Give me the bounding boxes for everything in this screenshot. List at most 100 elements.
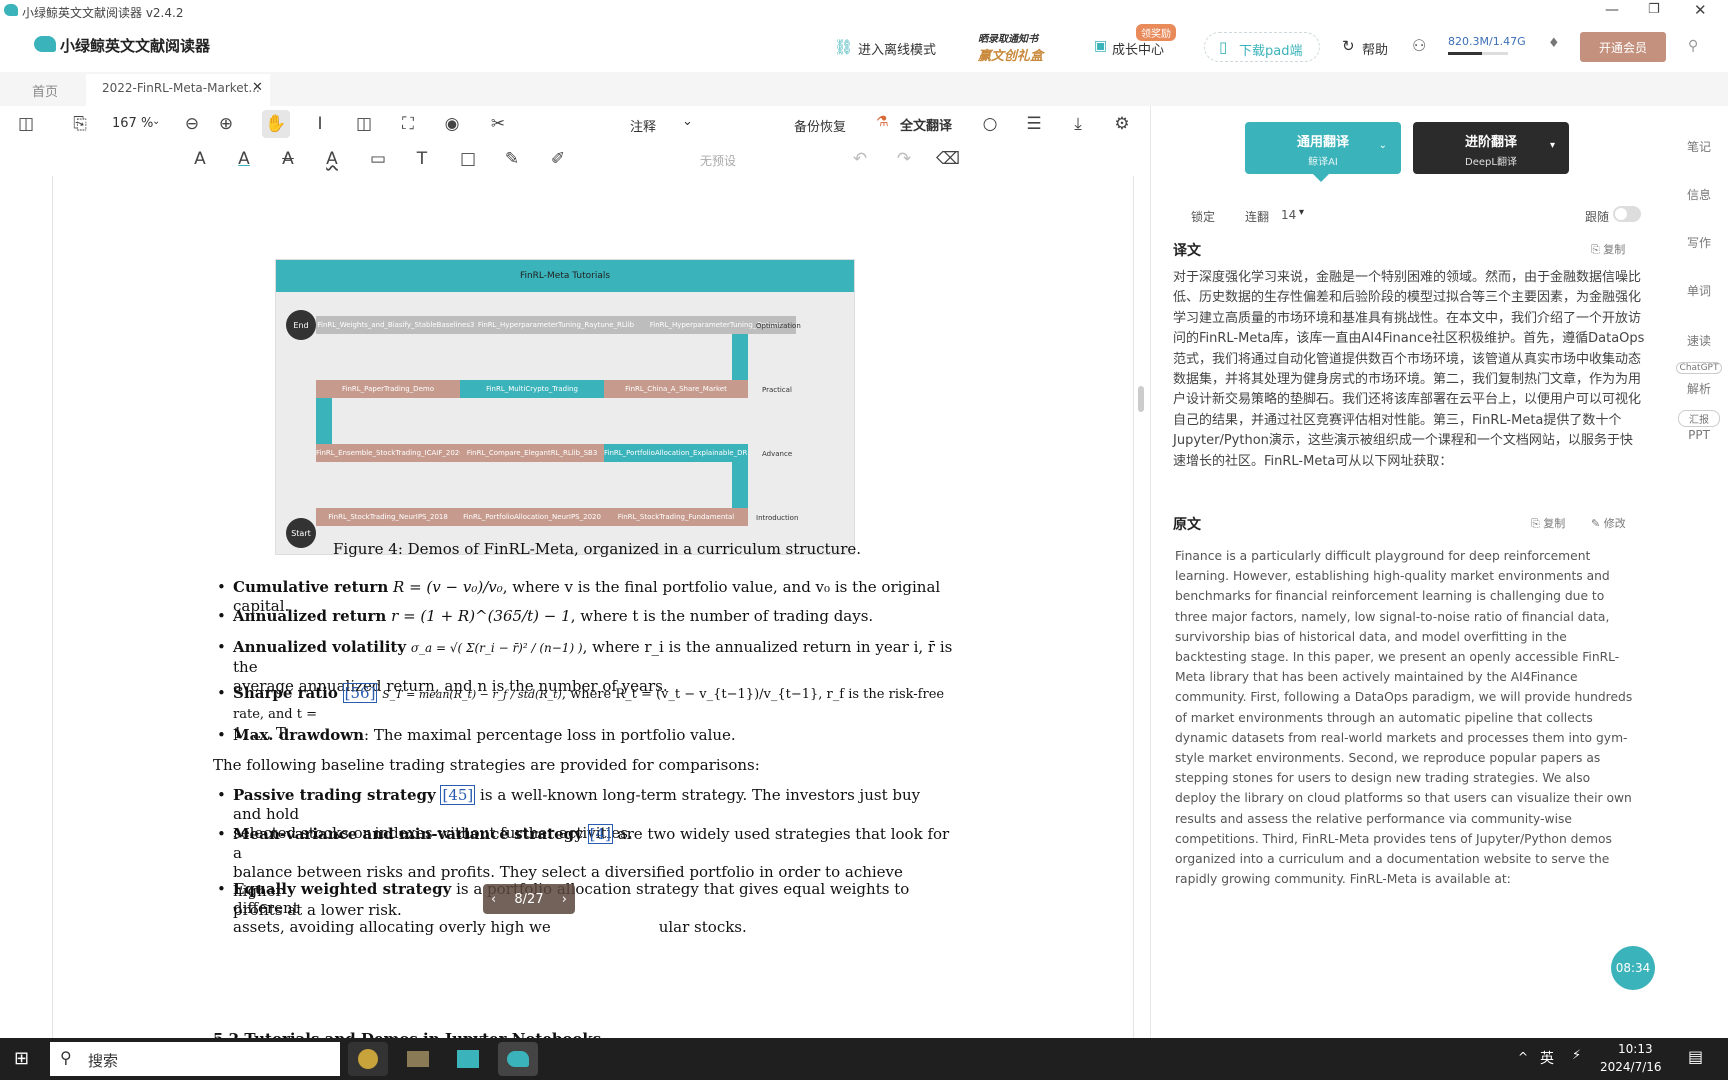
row-optimization: FinRL_Weights_and_Biasify_StableBaseline…	[316, 316, 796, 334]
tab-close-icon[interactable]: ✕	[252, 80, 263, 95]
download-pad-button[interactable]: ▯ 下载pad端	[1204, 32, 1320, 62]
ime-indicator[interactable]: 英	[1540, 1048, 1554, 1068]
copy-original-button[interactable]: ⎘ 复制	[1531, 515, 1565, 531]
citation-link[interactable]: [4]	[587, 824, 613, 844]
window-title: 小绿鲸英文文献阅读器 v2.4.2	[22, 6, 184, 20]
zoom-select[interactable]: 167 %	[112, 116, 153, 131]
eye-protect-icon[interactable]: ◉	[438, 110, 466, 138]
scissors-icon[interactable]: ✂	[484, 110, 512, 138]
text-cursor-icon[interactable]: I	[306, 110, 334, 138]
clock-time[interactable]: 10:13	[1618, 1042, 1653, 1056]
text-box-icon[interactable]: A	[186, 145, 214, 173]
sidebar-item-chatgpt[interactable]: ChatGPT	[1676, 362, 1722, 374]
strikethrough-icon[interactable]: A	[274, 145, 302, 173]
pen-icon[interactable]: ✎	[498, 145, 526, 173]
follow-switch[interactable]	[1613, 206, 1641, 222]
sidebar-toggle-icon[interactable]: ◫	[12, 110, 40, 138]
settings-gear-icon[interactable]: ⚙	[1108, 110, 1136, 138]
offline-mode-button[interactable]: 进入离线模式	[858, 39, 936, 58]
clock-date[interactable]: 2024/7/16	[1600, 1060, 1662, 1074]
general-chevron-icon[interactable]: ⌄	[1379, 140, 1387, 151]
tray-chevron-icon[interactable]: ^	[1518, 1050, 1528, 1064]
tray-app-icon[interactable]: ⚡	[1572, 1048, 1581, 1063]
tab-home[interactable]: 首页	[32, 81, 58, 100]
eraser-icon[interactable]: ⌫	[934, 145, 962, 173]
font-size-chevron-icon[interactable]: ▾	[1299, 207, 1304, 218]
tab-document[interactable]: 2022-FinRL-Meta-Market... ✕	[86, 74, 270, 106]
highlighter-icon[interactable]: ✐	[544, 145, 572, 173]
download-icon[interactable]: ⤓	[1064, 110, 1092, 138]
search-icon[interactable]: ○	[976, 110, 1004, 138]
taskbar-app-icon[interactable]	[448, 1042, 488, 1076]
growth-icon: ▣	[1094, 38, 1108, 54]
backup-restore-button[interactable]: 备份恢复	[794, 116, 846, 135]
bullet-annualized-return: • Annualized return r = (1 + R)^(365/t) −…	[217, 607, 874, 625]
advanced-translate-button[interactable]: 进阶翻译 DeepL翻译 ▾	[1413, 122, 1569, 174]
growth-center-button[interactable]: 成长中心	[1112, 39, 1164, 58]
lock-toggle[interactable]: 锁定	[1191, 208, 1215, 225]
taskbar-explorer-icon[interactable]	[398, 1042, 438, 1076]
edit-original-button[interactable]: ✎ 修改	[1591, 515, 1626, 531]
close-window-icon[interactable]: ✕	[1694, 1, 1707, 19]
squiggly-icon[interactable]: A	[318, 145, 346, 173]
text-tool-icon[interactable]: T	[408, 145, 436, 173]
bullet-term: Annualized volatility	[233, 638, 407, 656]
zoom-chevron-icon[interactable]: ⌄	[152, 116, 160, 127]
vip-button[interactable]: 开通会员	[1580, 32, 1666, 62]
hand-tool-icon[interactable]: ✋	[262, 110, 290, 138]
general-translate-button[interactable]: 通用翻译 鲸译AI ⌄	[1245, 122, 1401, 174]
page-fit-icon[interactable]: ⎘	[66, 110, 94, 138]
prev-page-icon[interactable]: ‹	[491, 892, 496, 907]
windows-start-icon[interactable]: ⊞	[14, 1048, 29, 1069]
sidebar-item-speed-read[interactable]: 速读	[1670, 332, 1728, 349]
timer-bubble[interactable]: 08:34	[1611, 946, 1655, 990]
two-page-icon[interactable]: ◫	[350, 110, 378, 138]
paragraph: The following baseline trading strategie…	[213, 756, 760, 774]
comment-list-icon[interactable]: ☰	[1020, 110, 1048, 138]
copy-translation-button[interactable]: ⎘ 复制	[1591, 241, 1625, 257]
advanced-chevron-icon[interactable]: ▾	[1550, 140, 1555, 151]
font-size-select[interactable]: 14	[1281, 208, 1296, 222]
sidebar-item-info[interactable]: 信息	[1670, 186, 1728, 203]
brand-logo-icon	[34, 36, 56, 52]
preset-select[interactable]: 无预设	[700, 152, 736, 169]
annotate-chevron-icon[interactable]: ⌄	[682, 114, 693, 129]
bell-icon[interactable]: ⚲	[1688, 38, 1698, 54]
minimize-icon[interactable]: —	[1605, 2, 1619, 18]
storage-bar	[1448, 52, 1508, 55]
annotate-menu[interactable]: 注释	[630, 116, 656, 135]
comment-icon[interactable]: ▭	[364, 145, 392, 173]
bullet-term: Max. drawdown	[233, 726, 365, 744]
document-viewer[interactable]: FinRL-Meta Tutorials End Start FinRL_Wei…	[0, 176, 1150, 1038]
citation-link[interactable]: [56]	[342, 683, 378, 703]
help-button[interactable]: 帮助	[1362, 39, 1388, 58]
page-pager[interactable]: ‹ 8/27 ›	[483, 884, 575, 914]
notification-icon[interactable]: ▤	[1688, 1047, 1703, 1066]
user-avatar-icon[interactable]: ⚇	[1412, 36, 1426, 55]
promo-banner[interactable]: 晒录取通知书 赢文创礼盒	[978, 30, 1066, 64]
restore-icon[interactable]: ❐	[1648, 2, 1660, 17]
zoom-out-icon[interactable]: ⊖	[178, 110, 206, 138]
continuous-translate[interactable]: 连翻	[1245, 208, 1269, 225]
sidebar-item-ppt[interactable]: PPT	[1670, 428, 1728, 442]
fullscreen-icon[interactable]: ⛶	[394, 110, 422, 138]
next-page-icon[interactable]: ›	[562, 892, 567, 907]
taskbar-chrome-icon[interactable]	[348, 1042, 388, 1076]
rectangle-icon[interactable]: □	[454, 145, 482, 173]
sidebar-item-write[interactable]: 写作	[1670, 234, 1728, 251]
taskbar-search[interactable]: ⚲ 搜索	[50, 1042, 340, 1076]
sidebar-item-explain[interactable]: 解析	[1670, 380, 1728, 397]
scrollbar-thumb[interactable]	[1138, 386, 1144, 412]
taskbar-reader-icon[interactable]	[498, 1042, 538, 1076]
full-translate-button[interactable]: 全文翻译	[900, 115, 952, 134]
zoom-in-icon[interactable]: ⊕	[212, 110, 240, 138]
redo-icon[interactable]: ↷	[890, 145, 918, 173]
underline-icon[interactable]: A	[230, 145, 258, 173]
sidebar-item-report[interactable]: 汇报	[1678, 410, 1720, 427]
title-bar: 小绿鲸英文文献阅读器 v2.4.2 — ❐ ✕	[0, 0, 1728, 24]
sidebar-item-words[interactable]: 单词	[1670, 282, 1728, 299]
edit-label: 修改	[1603, 517, 1626, 530]
citation-link[interactable]: [45]	[440, 785, 476, 805]
sidebar-item-notes[interactable]: 笔记	[1670, 138, 1728, 155]
undo-icon[interactable]: ↶	[846, 145, 874, 173]
